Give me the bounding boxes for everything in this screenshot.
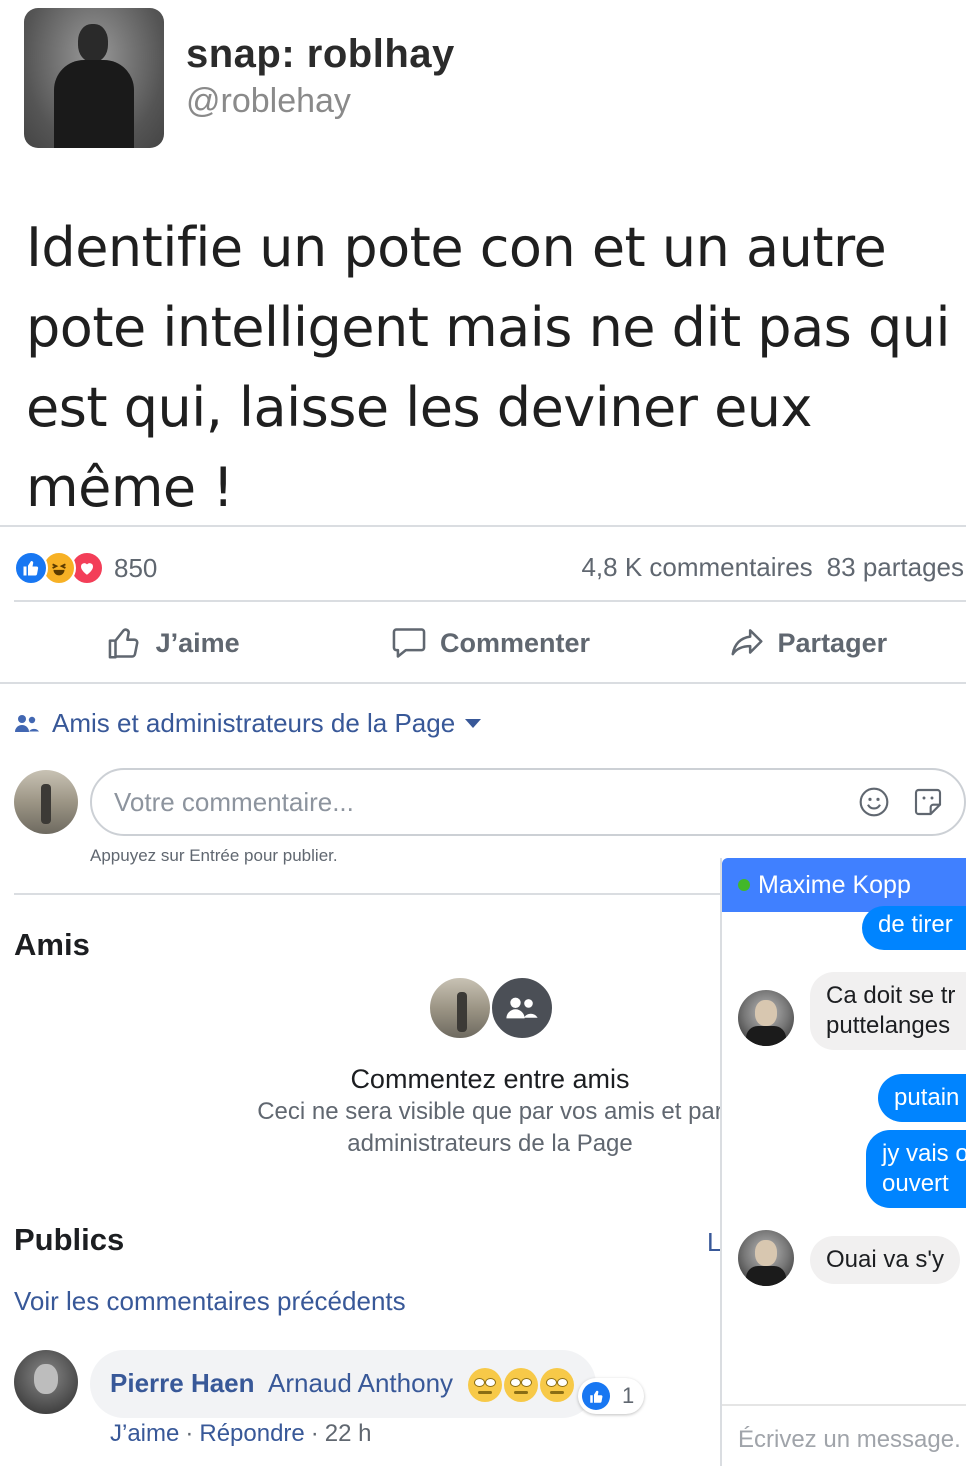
comment-like-count[interactable]: 1 [578, 1378, 644, 1414]
comment-composer[interactable] [90, 768, 966, 836]
post-stats: 4,8 K commentaires 83 partages [581, 552, 964, 583]
friends-section-title: Amis [14, 927, 90, 962]
reactions-summary[interactable]: 850 [14, 548, 157, 588]
like-reaction-icon [14, 551, 48, 585]
comment-button-label: Commenter [439, 627, 590, 658]
online-dot-icon [738, 879, 750, 891]
like-reaction-icon [582, 1382, 610, 1410]
smiley-icon[interactable] [858, 786, 890, 818]
chat-contact-avatar [738, 990, 794, 1046]
comment-author[interactable]: Pierre Haen [110, 1368, 255, 1399]
chevron-down-icon [465, 719, 482, 728]
chat-message-text: jy vais o [882, 1140, 966, 1167]
comment-bubble: Pierre Haen Arnaud Anthony [90, 1350, 596, 1418]
eye-roll-emoji-icon [468, 1368, 502, 1402]
commenter-avatar[interactable] [14, 1350, 78, 1414]
comment-meta: J’aime · Répondre · 22 h [110, 1420, 372, 1448]
separator: · [310, 1420, 319, 1447]
share-arrow-icon [731, 629, 763, 656]
composer-hint: Appuyez sur Entrée pour publier. [90, 846, 338, 865]
comment-like-link[interactable]: J’aime [110, 1420, 179, 1447]
shares-count-link[interactable]: 83 partages [827, 552, 964, 582]
divider [0, 682, 966, 684]
chat-contact-name[interactable]: Maxime Kopp [758, 871, 911, 900]
chat-message-incoming: Ouai va s'y [810, 1236, 960, 1284]
comment-filter-dropdown[interactable]: Amis et administrateurs de la Page [14, 708, 482, 739]
chat-message-outgoing: de tirer [862, 906, 966, 950]
eye-roll-emoji-icon [504, 1368, 538, 1402]
comment-emojis [468, 1368, 576, 1402]
comment-timestamp[interactable]: 22 h [325, 1420, 372, 1447]
comment-button[interactable]: Commenter [331, 606, 648, 680]
chat-message-text: Ca doit se tr [826, 982, 956, 1009]
current-user-avatar[interactable] [14, 770, 78, 834]
chat-message-text: Ouai va s'y [826, 1246, 944, 1273]
chat-message-text: puttelanges [826, 1012, 951, 1039]
like-button[interactable]: J’aime [14, 606, 331, 680]
divider [722, 1404, 966, 1406]
tweet-screenshot: snap: roblhay @roblehay Identifie un pot… [0, 0, 966, 526]
friends-avatars [428, 976, 554, 1040]
share-button[interactable]: Partager [649, 606, 966, 680]
tweet-handle: @roblehay [186, 82, 351, 120]
comment-text[interactable]: Arnaud Anthony [268, 1368, 453, 1399]
chat-message-text: de tirer [878, 911, 953, 938]
reaction-count: 850 [114, 552, 158, 583]
tweet-display-name: snap: roblhay [186, 32, 455, 76]
thumbs-up-icon [108, 628, 139, 659]
separator: · [185, 1420, 194, 1447]
previous-comments-link[interactable]: Voir les commentaires précédents [14, 1286, 406, 1317]
chat-message-outgoing: jy vais o ouvert [866, 1130, 966, 1208]
chat-message-outgoing: putain [878, 1074, 966, 1122]
eye-roll-emoji-icon [540, 1368, 574, 1402]
tweet-text: Identifie un pote con et un autre pote i… [26, 216, 950, 519]
chat-header[interactable]: Maxime Kopp [722, 858, 966, 912]
post-actions: J’aime Commenter Partager [14, 606, 966, 680]
chat-message-text: putain [894, 1084, 960, 1111]
comment-filter-label: Amis et administrateurs de la Page [52, 708, 456, 738]
chat-message-incoming: Ca doit se tr puttelanges [810, 972, 966, 1050]
comments-count-link[interactable]: 4,8 K commentaires [581, 552, 812, 582]
chat-contact-avatar [738, 1230, 794, 1286]
divider [14, 600, 966, 602]
comment-like-number: 1 [622, 1383, 635, 1408]
comment-reply-link[interactable]: Répondre [199, 1420, 304, 1447]
tweet-author-avatar [24, 8, 164, 148]
friends-group-icon [490, 976, 554, 1040]
chat-message-input[interactable] [738, 1426, 966, 1454]
chat-window: Maxime Kopp de tirer Ca doit se tr putte… [720, 858, 966, 1466]
comment-input[interactable] [114, 784, 814, 820]
divider [0, 525, 966, 527]
sticker-icon[interactable] [912, 786, 944, 818]
friends-icon [15, 714, 39, 732]
avatar [428, 976, 492, 1040]
share-button-label: Partager [777, 627, 888, 658]
public-section-title: Publics [14, 1222, 125, 1257]
chat-message-text: ouvert [882, 1170, 949, 1197]
like-button-label: J’aime [155, 627, 240, 658]
comment-bubble-icon [392, 628, 426, 658]
